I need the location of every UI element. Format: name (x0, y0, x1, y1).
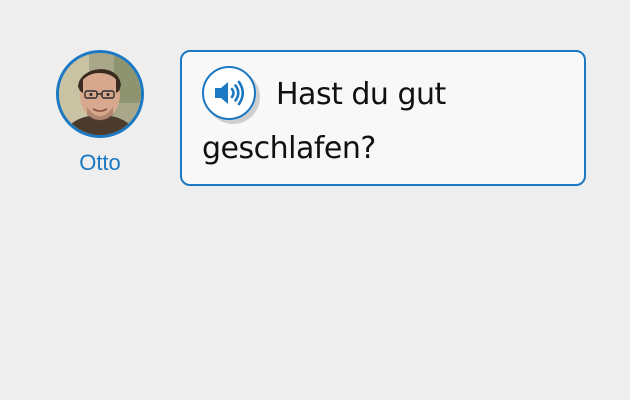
message-line: Hast du gut geschlafen? (202, 65, 564, 176)
avatar (56, 50, 144, 138)
button-face (202, 65, 256, 120)
person-portrait-icon (59, 53, 141, 135)
play-audio-button[interactable] (202, 65, 260, 124)
message-bubble: Hast du gut geschlafen? (180, 50, 586, 186)
speaker: Otto (56, 50, 144, 176)
speaker-volume-icon (215, 80, 245, 105)
speaker-name: Otto (79, 150, 121, 175)
